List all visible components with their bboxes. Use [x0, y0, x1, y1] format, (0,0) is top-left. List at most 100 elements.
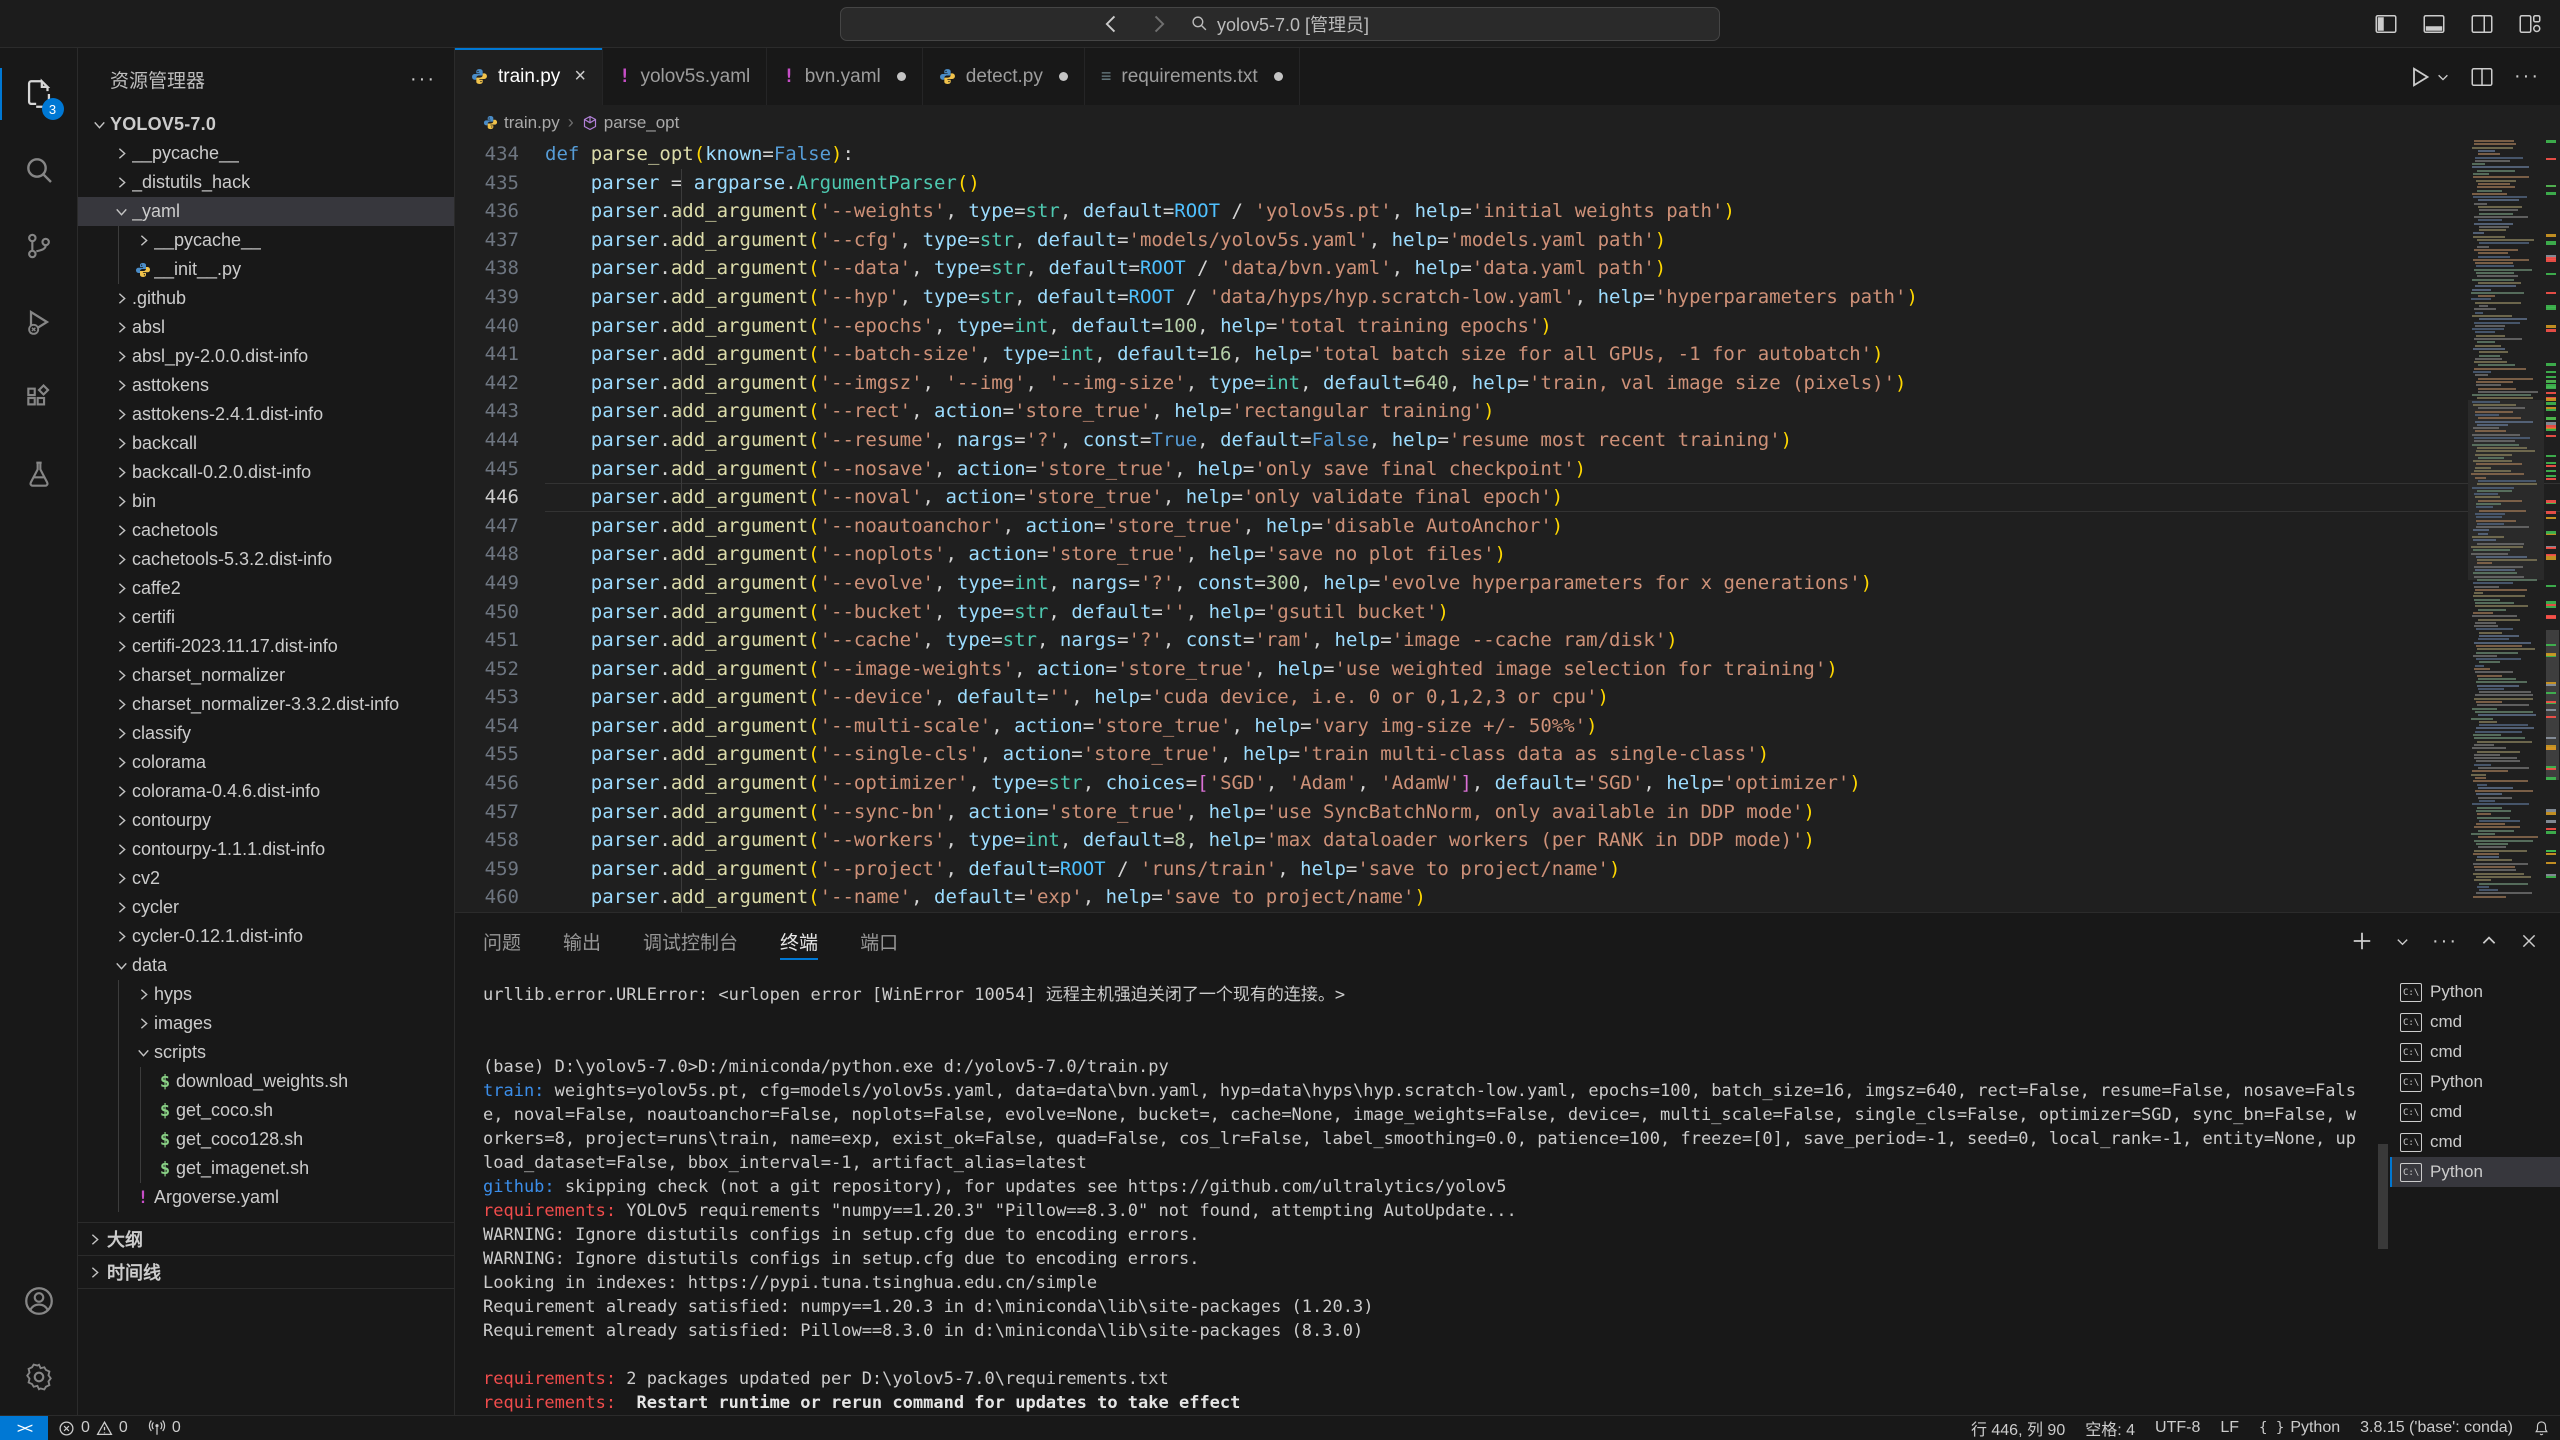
- tree-item[interactable]: cycler-0.12.1.dist-info: [78, 922, 454, 951]
- tree-item[interactable]: __pycache__: [78, 226, 454, 255]
- editor-more-actions-icon[interactable]: ···: [2514, 65, 2540, 88]
- tree-item[interactable]: contourpy-1.1.1.dist-info: [78, 835, 454, 864]
- terminal-instance-cmd[interactable]: cmd: [2390, 1037, 2560, 1067]
- terminal-instance-Python[interactable]: Python: [2390, 1067, 2560, 1097]
- command-center-search[interactable]: yolov5-7.0 [管理员]: [840, 7, 1720, 41]
- tab-detect.py[interactable]: detect.py: [923, 48, 1085, 105]
- tree-item[interactable]: _distutils_hack: [78, 168, 454, 197]
- minimap[interactable]: [2468, 140, 2544, 912]
- ports-status[interactable]: 0: [138, 1416, 191, 1440]
- testing-icon[interactable]: [0, 436, 78, 512]
- tab-yolov5s.yaml[interactable]: !yolov5s.yaml: [603, 48, 767, 105]
- terminal-instance-cmd[interactable]: cmd: [2390, 1097, 2560, 1127]
- explorer-icon[interactable]: 3: [0, 56, 78, 132]
- panel-tab-调试控制台[interactable]: 调试控制台: [643, 913, 738, 969]
- status-language[interactable]: { }Python: [2249, 1416, 2350, 1440]
- status-encoding[interactable]: UTF-8: [2145, 1416, 2210, 1440]
- tree-item[interactable]: classify: [78, 719, 454, 748]
- maximize-panel-icon[interactable]: [2480, 932, 2498, 950]
- run-debug-icon[interactable]: [0, 284, 78, 360]
- customize-layout-icon[interactable]: [2518, 12, 2542, 36]
- sidebar-section-时间线[interactable]: 时间线: [78, 1256, 454, 1289]
- breadcrumb-item[interactable]: train.py: [483, 113, 560, 133]
- new-terminal-icon[interactable]: [2351, 930, 2373, 952]
- tree-item[interactable]: cycler: [78, 893, 454, 922]
- tree-item[interactable]: bin: [78, 487, 454, 516]
- source-control-icon[interactable]: [0, 208, 78, 284]
- tree-item[interactable]: hyps: [78, 980, 454, 1009]
- terminal-dropdown-icon[interactable]: [2395, 934, 2410, 949]
- terminal-instance-cmd[interactable]: cmd: [2390, 1127, 2560, 1157]
- tree-item[interactable]: asttokens: [78, 371, 454, 400]
- tab-requirements.txt[interactable]: ≡requirements.txt: [1085, 48, 1300, 105]
- tree-item[interactable]: contourpy: [78, 806, 454, 835]
- tree-item[interactable]: charset_normalizer: [78, 661, 454, 690]
- tree-item[interactable]: $get_imagenet.sh: [78, 1154, 454, 1183]
- status-cursor[interactable]: 行 446, 列 90: [1961, 1416, 2075, 1440]
- problems-status[interactable]: 0 0: [48, 1416, 138, 1440]
- tree-item[interactable]: backcall-0.2.0.dist-info: [78, 458, 454, 487]
- code-line: parser.add_argument('--noplots', action=…: [545, 540, 2560, 569]
- tree-item[interactable]: charset_normalizer-3.3.2.dist-info: [78, 690, 454, 719]
- tree-item[interactable]: asttokens-2.4.1.dist-info: [78, 400, 454, 429]
- close-tab-icon[interactable]: ×: [574, 65, 586, 88]
- tree-root-folder[interactable]: YOLOV5-7.0: [78, 110, 454, 139]
- tree-item[interactable]: images: [78, 1009, 454, 1038]
- tree-item[interactable]: cv2: [78, 864, 454, 893]
- tree-item[interactable]: _yaml: [78, 197, 454, 226]
- remote-indicator[interactable]: ><: [0, 1416, 48, 1440]
- tree-item[interactable]: backcall: [78, 429, 454, 458]
- tree-item[interactable]: absl: [78, 313, 454, 342]
- breadcrumb-item[interactable]: parse_opt: [582, 113, 680, 133]
- close-panel-icon[interactable]: [2520, 932, 2538, 950]
- line-numbers-gutter: 4344354364374384394404414424434444454464…: [455, 140, 545, 912]
- search-icon[interactable]: [0, 132, 78, 208]
- toggle-panel-icon[interactable]: [2422, 12, 2446, 36]
- tree-item[interactable]: $get_coco.sh: [78, 1096, 454, 1125]
- account-icon[interactable]: [0, 1263, 78, 1339]
- tree-item[interactable]: absl_py-2.0.0.dist-info: [78, 342, 454, 371]
- terminal-instance-Python[interactable]: Python: [2390, 1157, 2560, 1187]
- tree-item[interactable]: colorama-0.4.6.dist-info: [78, 777, 454, 806]
- tab-bvn.yaml[interactable]: !bvn.yaml: [767, 48, 922, 105]
- tree-item[interactable]: __init__.py: [78, 255, 454, 284]
- back-icon[interactable]: [1100, 13, 1122, 35]
- panel-tab-终端[interactable]: 终端: [780, 913, 818, 969]
- terminal-output[interactable]: urllib.error.URLError: <urlopen error [W…: [455, 969, 2376, 1415]
- forward-icon[interactable]: [1148, 13, 1170, 35]
- sidebar-section-大纲[interactable]: 大纲: [78, 1223, 454, 1256]
- settings-icon[interactable]: [0, 1339, 78, 1415]
- status-eol[interactable]: LF: [2210, 1416, 2249, 1440]
- panel-tab-问题[interactable]: 问题: [483, 913, 521, 969]
- tree-item[interactable]: data: [78, 951, 454, 980]
- panel-more-actions-icon[interactable]: ···: [2432, 930, 2458, 953]
- tree-item[interactable]: cachetools-5.3.2.dist-info: [78, 545, 454, 574]
- tree-item[interactable]: !Argoverse.yaml: [78, 1183, 454, 1212]
- terminal-instance-Python[interactable]: Python: [2390, 977, 2560, 1007]
- run-python-file-button[interactable]: [2408, 65, 2450, 89]
- split-editor-icon[interactable]: [2470, 65, 2494, 89]
- tree-item[interactable]: scripts: [78, 1038, 454, 1067]
- tree-item[interactable]: $get_coco128.sh: [78, 1125, 454, 1154]
- panel-tab-端口[interactable]: 端口: [860, 913, 898, 969]
- tree-item[interactable]: __pycache__: [78, 139, 454, 168]
- tree-item[interactable]: cachetools: [78, 516, 454, 545]
- toggle-secondary-sidebar-icon[interactable]: [2470, 12, 2494, 36]
- tree-item[interactable]: colorama: [78, 748, 454, 777]
- terminal-instance-cmd[interactable]: cmd: [2390, 1007, 2560, 1037]
- tree-item[interactable]: certifi-2023.11.17.dist-info: [78, 632, 454, 661]
- extensions-icon[interactable]: [0, 360, 78, 436]
- tree-item[interactable]: $download_weights.sh: [78, 1067, 454, 1096]
- toggle-sidebar-icon[interactable]: [2374, 12, 2398, 36]
- terminal-scrollbar[interactable]: [2376, 969, 2390, 1415]
- status-indent[interactable]: 空格: 4: [2075, 1416, 2145, 1440]
- tab-train.py[interactable]: train.py×: [455, 48, 603, 105]
- status-interpreter[interactable]: 3.8.15 ('base': conda): [2350, 1416, 2523, 1440]
- explorer-more-actions-icon[interactable]: ···: [410, 68, 436, 91]
- tree-item[interactable]: caffe2: [78, 574, 454, 603]
- tree-item[interactable]: .github: [78, 284, 454, 313]
- panel-tab-输出[interactable]: 输出: [563, 913, 601, 969]
- tree-item[interactable]: certifi: [78, 603, 454, 632]
- status-notifications[interactable]: [2523, 1416, 2560, 1440]
- code-editor[interactable]: 4344354364374384394404414424434444454464…: [455, 140, 2560, 912]
